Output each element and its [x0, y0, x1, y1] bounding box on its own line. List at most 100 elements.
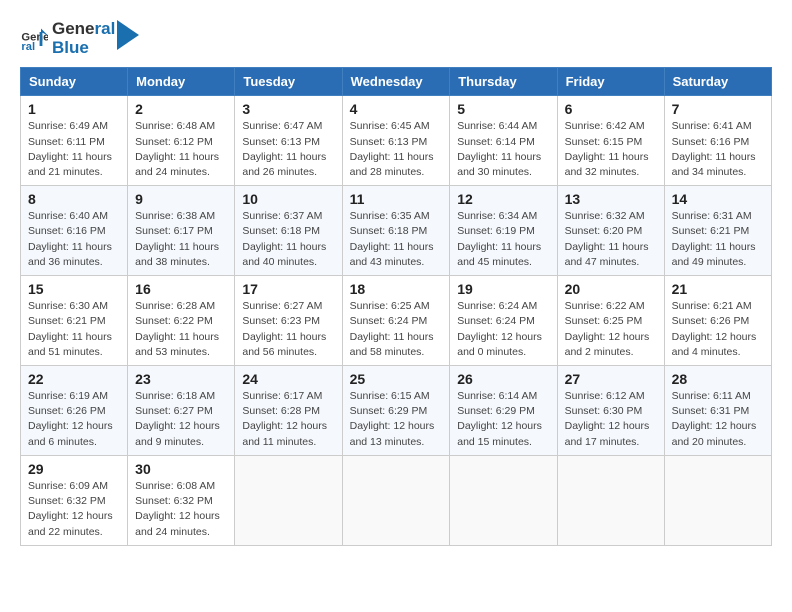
day-info: Sunrise: 6:31 AMSunset: 6:21 PMDaylight:… [672, 209, 764, 270]
calendar-week-row: 22 Sunrise: 6:19 AMSunset: 6:26 PMDaylig… [21, 366, 772, 456]
weekday-header: Saturday [664, 68, 771, 96]
calendar-day-cell [664, 455, 771, 545]
day-number: 3 [242, 101, 334, 117]
calendar-header-row: SundayMondayTuesdayWednesdayThursdayFrid… [21, 68, 772, 96]
day-info: Sunrise: 6:37 AMSunset: 6:18 PMDaylight:… [242, 209, 334, 270]
day-number: 22 [28, 371, 120, 387]
calendar-day-cell: 16 Sunrise: 6:28 AMSunset: 6:22 PMDaylig… [128, 276, 235, 366]
weekday-header: Tuesday [235, 68, 342, 96]
day-number: 6 [565, 101, 657, 117]
day-info: Sunrise: 6:21 AMSunset: 6:26 PMDaylight:… [672, 299, 764, 360]
calendar-day-cell: 3 Sunrise: 6:47 AMSunset: 6:13 PMDayligh… [235, 96, 342, 186]
day-number: 19 [457, 281, 549, 297]
day-number: 2 [135, 101, 227, 117]
day-number: 9 [135, 191, 227, 207]
calendar-day-cell: 29 Sunrise: 6:09 AMSunset: 6:32 PMDaylig… [21, 455, 128, 545]
day-info: Sunrise: 6:19 AMSunset: 6:26 PMDaylight:… [28, 389, 120, 450]
day-number: 28 [672, 371, 764, 387]
day-info: Sunrise: 6:42 AMSunset: 6:15 PMDaylight:… [565, 119, 657, 180]
day-number: 14 [672, 191, 764, 207]
calendar-week-row: 29 Sunrise: 6:09 AMSunset: 6:32 PMDaylig… [21, 455, 772, 545]
calendar-table: SundayMondayTuesdayWednesdayThursdayFrid… [20, 67, 772, 545]
calendar-day-cell: 25 Sunrise: 6:15 AMSunset: 6:29 PMDaylig… [342, 366, 450, 456]
day-info: Sunrise: 6:49 AMSunset: 6:11 PMDaylight:… [28, 119, 120, 180]
day-number: 10 [242, 191, 334, 207]
calendar-day-cell: 30 Sunrise: 6:08 AMSunset: 6:32 PMDaylig… [128, 455, 235, 545]
day-number: 18 [350, 281, 443, 297]
svg-text:ral: ral [21, 41, 35, 53]
calendar-day-cell: 22 Sunrise: 6:19 AMSunset: 6:26 PMDaylig… [21, 366, 128, 456]
day-number: 7 [672, 101, 764, 117]
calendar-week-row: 1 Sunrise: 6:49 AMSunset: 6:11 PMDayligh… [21, 96, 772, 186]
day-number: 21 [672, 281, 764, 297]
day-info: Sunrise: 6:38 AMSunset: 6:17 PMDaylight:… [135, 209, 227, 270]
logo-arrow-icon [117, 20, 139, 50]
day-info: Sunrise: 6:15 AMSunset: 6:29 PMDaylight:… [350, 389, 443, 450]
day-number: 5 [457, 101, 549, 117]
day-info: Sunrise: 6:32 AMSunset: 6:20 PMDaylight:… [565, 209, 657, 270]
logo-name2: Blue [52, 39, 115, 58]
day-number: 13 [565, 191, 657, 207]
page-header: Gene ral General Blue [20, 20, 772, 57]
weekday-header: Friday [557, 68, 664, 96]
day-info: Sunrise: 6:28 AMSunset: 6:22 PMDaylight:… [135, 299, 227, 360]
calendar-week-row: 8 Sunrise: 6:40 AMSunset: 6:16 PMDayligh… [21, 186, 772, 276]
logo: Gene ral General Blue [20, 20, 139, 57]
day-number: 20 [565, 281, 657, 297]
calendar-day-cell: 4 Sunrise: 6:45 AMSunset: 6:13 PMDayligh… [342, 96, 450, 186]
calendar-day-cell: 23 Sunrise: 6:18 AMSunset: 6:27 PMDaylig… [128, 366, 235, 456]
day-info: Sunrise: 6:22 AMSunset: 6:25 PMDaylight:… [565, 299, 657, 360]
day-info: Sunrise: 6:25 AMSunset: 6:24 PMDaylight:… [350, 299, 443, 360]
calendar-day-cell: 26 Sunrise: 6:14 AMSunset: 6:29 PMDaylig… [450, 366, 557, 456]
calendar-day-cell: 11 Sunrise: 6:35 AMSunset: 6:18 PMDaylig… [342, 186, 450, 276]
logo-name: General [52, 20, 115, 39]
calendar-day-cell: 5 Sunrise: 6:44 AMSunset: 6:14 PMDayligh… [450, 96, 557, 186]
day-info: Sunrise: 6:35 AMSunset: 6:18 PMDaylight:… [350, 209, 443, 270]
calendar-day-cell: 24 Sunrise: 6:17 AMSunset: 6:28 PMDaylig… [235, 366, 342, 456]
calendar-day-cell: 9 Sunrise: 6:38 AMSunset: 6:17 PMDayligh… [128, 186, 235, 276]
day-number: 23 [135, 371, 227, 387]
day-info: Sunrise: 6:40 AMSunset: 6:16 PMDaylight:… [28, 209, 120, 270]
calendar-day-cell: 8 Sunrise: 6:40 AMSunset: 6:16 PMDayligh… [21, 186, 128, 276]
day-number: 15 [28, 281, 120, 297]
calendar-day-cell: 17 Sunrise: 6:27 AMSunset: 6:23 PMDaylig… [235, 276, 342, 366]
day-info: Sunrise: 6:41 AMSunset: 6:16 PMDaylight:… [672, 119, 764, 180]
day-info: Sunrise: 6:08 AMSunset: 6:32 PMDaylight:… [135, 479, 227, 540]
calendar-day-cell [235, 455, 342, 545]
calendar-day-cell: 14 Sunrise: 6:31 AMSunset: 6:21 PMDaylig… [664, 186, 771, 276]
logo-icon: Gene ral [20, 25, 48, 53]
day-number: 1 [28, 101, 120, 117]
calendar-day-cell: 21 Sunrise: 6:21 AMSunset: 6:26 PMDaylig… [664, 276, 771, 366]
day-number: 4 [350, 101, 443, 117]
day-number: 17 [242, 281, 334, 297]
weekday-header: Monday [128, 68, 235, 96]
calendar-day-cell: 18 Sunrise: 6:25 AMSunset: 6:24 PMDaylig… [342, 276, 450, 366]
calendar-day-cell: 12 Sunrise: 6:34 AMSunset: 6:19 PMDaylig… [450, 186, 557, 276]
calendar-day-cell [557, 455, 664, 545]
calendar-day-cell: 19 Sunrise: 6:24 AMSunset: 6:24 PMDaylig… [450, 276, 557, 366]
day-info: Sunrise: 6:45 AMSunset: 6:13 PMDaylight:… [350, 119, 443, 180]
day-info: Sunrise: 6:11 AMSunset: 6:31 PMDaylight:… [672, 389, 764, 450]
calendar-day-cell: 2 Sunrise: 6:48 AMSunset: 6:12 PMDayligh… [128, 96, 235, 186]
calendar-day-cell: 13 Sunrise: 6:32 AMSunset: 6:20 PMDaylig… [557, 186, 664, 276]
day-info: Sunrise: 6:17 AMSunset: 6:28 PMDaylight:… [242, 389, 334, 450]
day-number: 24 [242, 371, 334, 387]
calendar-day-cell: 20 Sunrise: 6:22 AMSunset: 6:25 PMDaylig… [557, 276, 664, 366]
calendar-day-cell [450, 455, 557, 545]
weekday-header: Sunday [21, 68, 128, 96]
day-info: Sunrise: 6:48 AMSunset: 6:12 PMDaylight:… [135, 119, 227, 180]
day-info: Sunrise: 6:14 AMSunset: 6:29 PMDaylight:… [457, 389, 549, 450]
day-number: 12 [457, 191, 549, 207]
calendar-day-cell: 7 Sunrise: 6:41 AMSunset: 6:16 PMDayligh… [664, 96, 771, 186]
calendar-day-cell: 28 Sunrise: 6:11 AMSunset: 6:31 PMDaylig… [664, 366, 771, 456]
calendar-day-cell: 6 Sunrise: 6:42 AMSunset: 6:15 PMDayligh… [557, 96, 664, 186]
day-number: 25 [350, 371, 443, 387]
day-info: Sunrise: 6:44 AMSunset: 6:14 PMDaylight:… [457, 119, 549, 180]
day-number: 11 [350, 191, 443, 207]
calendar-day-cell: 1 Sunrise: 6:49 AMSunset: 6:11 PMDayligh… [21, 96, 128, 186]
calendar-week-row: 15 Sunrise: 6:30 AMSunset: 6:21 PMDaylig… [21, 276, 772, 366]
calendar-body: 1 Sunrise: 6:49 AMSunset: 6:11 PMDayligh… [21, 96, 772, 545]
day-info: Sunrise: 6:30 AMSunset: 6:21 PMDaylight:… [28, 299, 120, 360]
day-info: Sunrise: 6:12 AMSunset: 6:30 PMDaylight:… [565, 389, 657, 450]
day-number: 30 [135, 461, 227, 477]
